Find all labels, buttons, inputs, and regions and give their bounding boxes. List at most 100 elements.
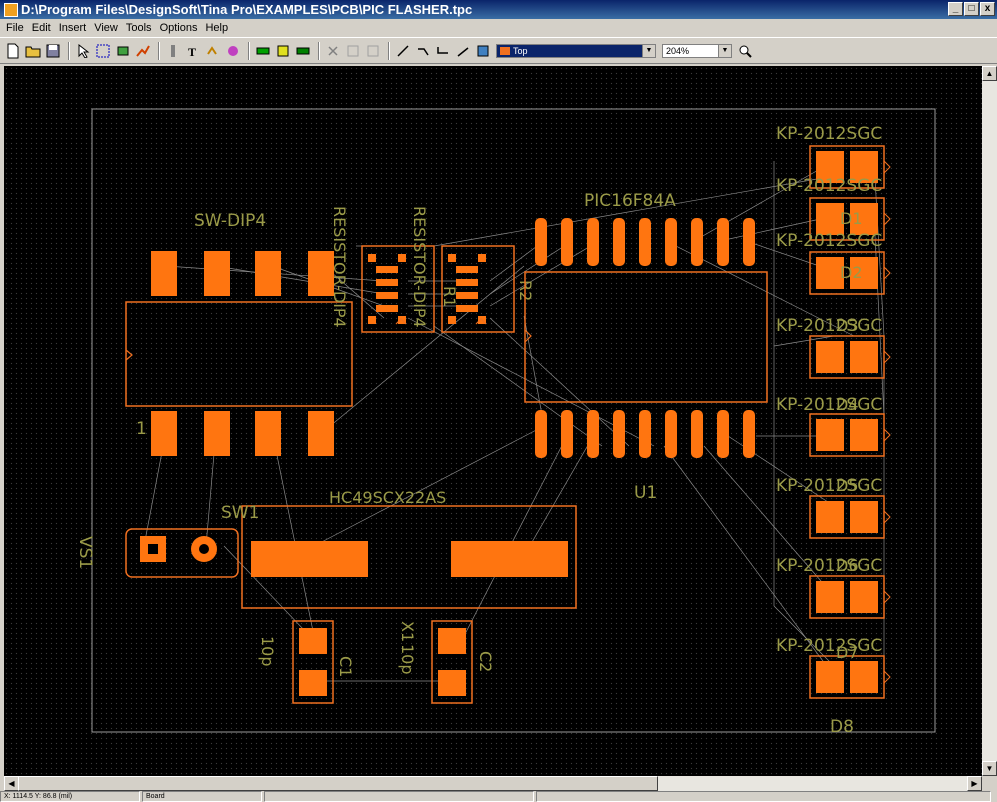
horizontal-scroll-thumb[interactable] bbox=[18, 776, 658, 791]
kp-label-2: KP-2012SGC bbox=[776, 176, 882, 196]
led-d7 bbox=[809, 575, 891, 619]
d1-designator: D1 bbox=[840, 209, 863, 228]
text-icon[interactable]: T bbox=[184, 42, 202, 60]
sw-dip4-component bbox=[125, 251, 353, 456]
led-d8 bbox=[809, 655, 891, 699]
kp-label-5: KP-2012SGC bbox=[776, 395, 882, 415]
track-icon[interactable] bbox=[164, 42, 182, 60]
capacitor-c1-component bbox=[292, 620, 334, 704]
redo-icon[interactable] bbox=[364, 42, 382, 60]
led-d4 bbox=[809, 335, 891, 379]
pic16f84a-label: PIC16F84A bbox=[584, 191, 676, 211]
zoom-select-value: 204% bbox=[666, 45, 690, 56]
new-file-icon[interactable] bbox=[4, 42, 22, 60]
menu-view[interactable]: View bbox=[94, 22, 118, 34]
close-button[interactable]: x bbox=[980, 2, 995, 16]
r1-designator: R1 bbox=[440, 286, 459, 307]
u1-designator: U1 bbox=[634, 483, 657, 503]
select-icon[interactable] bbox=[94, 42, 112, 60]
menu-bar: File Edit Insert View Tools Options Help bbox=[0, 19, 997, 37]
toolbar: T Top ▼ 204% ▼ bbox=[0, 37, 997, 64]
zoom-icon[interactable] bbox=[736, 42, 754, 60]
sw-dip4-label: SW-DIP4 bbox=[194, 211, 266, 231]
layer-select-value: Top bbox=[513, 45, 528, 56]
c2-designator: C2 bbox=[476, 651, 495, 672]
fill-icon[interactable] bbox=[474, 42, 492, 60]
layer-yellow-icon[interactable] bbox=[274, 42, 292, 60]
component-icon[interactable] bbox=[114, 42, 132, 60]
vs1-designator: VS1 bbox=[75, 536, 95, 569]
c1-value: 10p bbox=[258, 636, 277, 667]
undo-icon[interactable] bbox=[344, 42, 362, 60]
pointer-icon[interactable] bbox=[74, 42, 92, 60]
pcb-layout[interactable]: SW-DIP4 1 RESISTOR-DIP4 RESISTOR-DIP4 R1… bbox=[4, 66, 982, 776]
layer-color-swatch bbox=[500, 46, 510, 55]
toolbar-separator bbox=[318, 41, 320, 60]
sw1-designator: SW1 bbox=[221, 503, 259, 523]
resistor-r2-label: RESISTOR-DIP4 bbox=[410, 206, 429, 328]
scroll-down-icon[interactable]: ▼ bbox=[982, 761, 997, 776]
toolbar-separator bbox=[388, 41, 390, 60]
d5-designator: D5 bbox=[836, 476, 859, 495]
status-layer: Board bbox=[142, 791, 262, 802]
line-icon[interactable] bbox=[394, 42, 412, 60]
status-coordinates: X: 1114.5 Y: 86.8 (mil) bbox=[0, 791, 140, 802]
zoom-select[interactable]: 204% ▼ bbox=[662, 43, 732, 58]
toolbar-separator bbox=[248, 41, 250, 60]
pcb-canvas[interactable]: SW-DIP4 1 RESISTOR-DIP4 RESISTOR-DIP4 R1… bbox=[4, 66, 982, 776]
status-bar: X: 1114.5 Y: 86.8 (mil) Board bbox=[0, 791, 997, 802]
window-controls: _ □ x bbox=[948, 2, 995, 16]
menu-file[interactable]: File bbox=[6, 22, 24, 34]
d8-designator: D8 bbox=[830, 717, 854, 737]
kp-label-3: KP-2012SGC bbox=[776, 231, 882, 251]
minimize-button[interactable]: _ bbox=[948, 2, 963, 16]
app-icon[interactable] bbox=[4, 2, 18, 17]
scroll-right-icon[interactable]: ▶ bbox=[967, 776, 982, 791]
toolbar-separator bbox=[68, 41, 70, 60]
menu-insert[interactable]: Insert bbox=[59, 22, 87, 34]
chevron-down-icon[interactable]: ▼ bbox=[642, 44, 655, 57]
autoroute-icon[interactable] bbox=[134, 42, 152, 60]
title-bar: D:\Program Files\DesignSoft\Tina Pro\EXA… bbox=[0, 0, 997, 19]
menu-tools[interactable]: Tools bbox=[126, 22, 152, 34]
toolbar-separator bbox=[158, 41, 160, 60]
scroll-left-icon[interactable]: ◀ bbox=[4, 776, 19, 791]
status-panel-4 bbox=[536, 791, 991, 802]
layer-select[interactable]: Top ▼ bbox=[496, 43, 656, 58]
hc49-label: HC49SCX22AS bbox=[329, 488, 446, 507]
crystal-hc49-component bbox=[241, 505, 577, 609]
arc-left-icon[interactable] bbox=[434, 42, 452, 60]
menu-options[interactable]: Options bbox=[160, 22, 198, 34]
d7-designator: D7 bbox=[836, 643, 859, 662]
d3-designator: D3 bbox=[836, 316, 859, 335]
kp-label-8: KP-2012SGC bbox=[776, 636, 882, 656]
drill-icon[interactable] bbox=[224, 42, 242, 60]
maximize-button[interactable]: □ bbox=[964, 2, 979, 16]
pic16f84a-component bbox=[524, 218, 768, 458]
layer-green2-icon[interactable] bbox=[294, 42, 312, 60]
horizontal-scrollbar[interactable]: ◀ ▶ bbox=[4, 776, 982, 791]
x1-designator: X1 bbox=[398, 621, 417, 642]
arc-icon[interactable] bbox=[454, 42, 472, 60]
d6-designator: D6 bbox=[836, 556, 859, 575]
arc-right-icon[interactable] bbox=[414, 42, 432, 60]
menu-help[interactable]: Help bbox=[205, 22, 228, 34]
chevron-down-icon[interactable]: ▼ bbox=[718, 44, 731, 57]
save-icon[interactable] bbox=[44, 42, 62, 60]
kp-label-1: KP-2012SGC bbox=[776, 124, 882, 144]
kp-label-7: KP-2012SGC bbox=[776, 556, 882, 576]
open-folder-icon[interactable] bbox=[24, 42, 42, 60]
kp-label-6: KP-2012SGC bbox=[776, 476, 882, 496]
menu-edit[interactable]: Edit bbox=[32, 22, 51, 34]
c1-designator: C1 bbox=[336, 656, 355, 677]
vertical-scrollbar[interactable]: ▲ ▼ bbox=[982, 66, 997, 776]
d2-designator: D2 bbox=[840, 263, 863, 282]
scroll-up-icon[interactable]: ▲ bbox=[982, 66, 997, 81]
delete-icon[interactable] bbox=[324, 42, 342, 60]
svg-text:T: T bbox=[188, 45, 196, 58]
layer-green-icon[interactable] bbox=[254, 42, 272, 60]
c2-value: 10p bbox=[398, 644, 417, 675]
dimension-icon[interactable] bbox=[204, 42, 222, 60]
window-title: D:\Program Files\DesignSoft\Tina Pro\EXA… bbox=[21, 2, 473, 17]
led-d5 bbox=[809, 413, 891, 457]
